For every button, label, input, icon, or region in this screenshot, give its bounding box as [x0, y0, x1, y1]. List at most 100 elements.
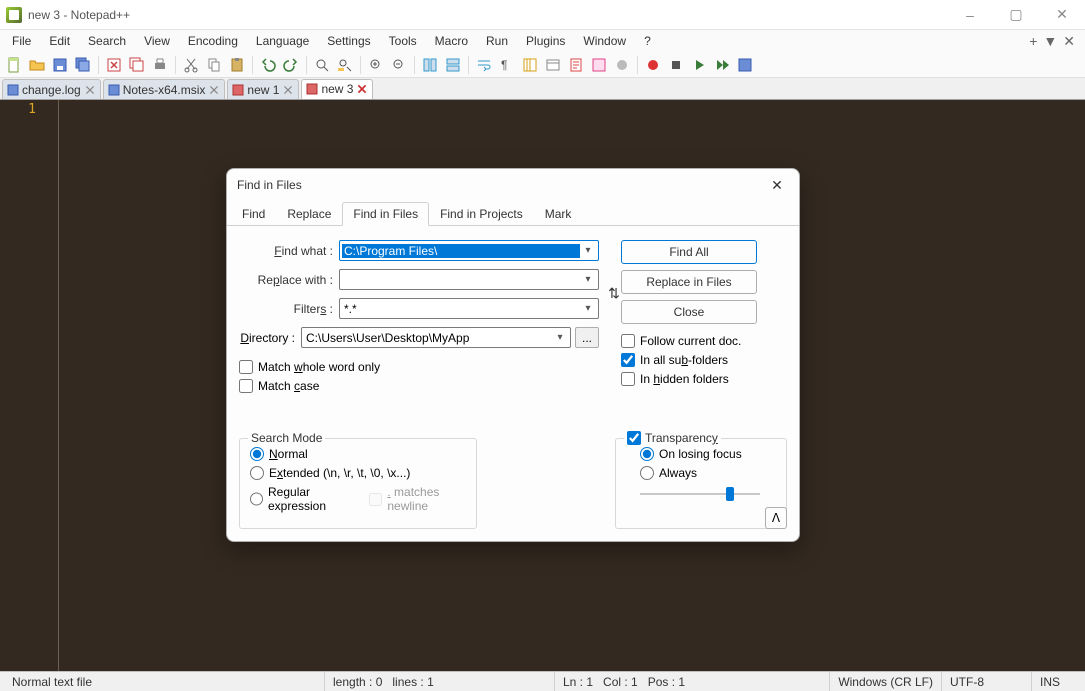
menu-search[interactable]: Search — [80, 32, 134, 50]
file-tab-label: new 1 — [247, 83, 279, 97]
in-hidden-folders-check[interactable]: In hidden folders — [621, 372, 787, 386]
dialog-tab-replace[interactable]: Replace — [276, 202, 342, 226]
chevron-down-icon[interactable]: ▾ — [552, 332, 568, 343]
tab-close-icon[interactable] — [282, 84, 294, 96]
lang-icon[interactable] — [543, 55, 563, 75]
indent-guide-icon[interactable] — [520, 55, 540, 75]
file-tab[interactable]: new 1 — [227, 79, 299, 99]
menu-tools[interactable]: Tools — [381, 32, 425, 50]
paste-icon[interactable] — [227, 55, 247, 75]
find-all-button[interactable]: Find All — [621, 240, 757, 264]
search-mode-regex[interactable]: Regular expression . matches newline — [250, 485, 466, 513]
window-close-button[interactable]: ✕ — [1039, 0, 1085, 30]
undo-icon[interactable] — [258, 55, 278, 75]
stop-icon[interactable] — [666, 55, 686, 75]
copy-icon[interactable] — [204, 55, 224, 75]
file-tab-label: new 3 — [321, 82, 353, 96]
transparency-on-losing-focus[interactable]: On losing focus — [640, 447, 776, 461]
search-mode-extended[interactable]: Extended (\n, \r, \t, \0, \x...) — [250, 466, 466, 480]
menu-help[interactable]: ? — [636, 32, 659, 50]
status-encoding[interactable]: UTF-8 — [941, 672, 1031, 691]
cut-icon[interactable] — [181, 55, 201, 75]
in-all-subfolders-check[interactable]: In all sub-folders — [621, 353, 787, 367]
replace-with-input[interactable]: ▾ — [339, 269, 599, 290]
close-all-icon[interactable] — [127, 55, 147, 75]
find-icon[interactable] — [312, 55, 332, 75]
menu-settings[interactable]: Settings — [319, 32, 378, 50]
status-insert-mode[interactable]: INS — [1031, 672, 1081, 691]
window-minimize-button[interactable]: – — [947, 0, 993, 30]
tab-close-icon[interactable] — [84, 84, 96, 96]
tab-close-icon[interactable] — [208, 84, 220, 96]
dialog-tab-find[interactable]: Find — [231, 202, 276, 226]
menu-encoding[interactable]: Encoding — [180, 32, 246, 50]
record-icon[interactable] — [643, 55, 663, 75]
zoom-out-icon[interactable] — [389, 55, 409, 75]
dialog-collapse-button[interactable]: ᐱ — [765, 507, 787, 529]
wrap-icon[interactable] — [474, 55, 494, 75]
new-tab-plus-icon[interactable]: + — [1029, 33, 1037, 49]
menu-file[interactable]: File — [4, 32, 39, 50]
chevron-down-icon[interactable]: ▾ — [580, 303, 596, 314]
new-file-icon[interactable] — [4, 55, 24, 75]
redo-icon[interactable] — [281, 55, 301, 75]
close-dialog-button[interactable]: Close — [621, 300, 757, 324]
match-case-check[interactable]: Match case — [239, 379, 599, 393]
sync-h-icon[interactable] — [443, 55, 463, 75]
chevron-down-icon[interactable]: ▾ — [580, 245, 596, 256]
save-all-icon[interactable] — [73, 55, 93, 75]
doc-list-icon[interactable] — [589, 55, 609, 75]
file-tab[interactable]: Notes-x64.msix — [103, 79, 226, 99]
replace-icon[interactable] — [335, 55, 355, 75]
save-macro-icon[interactable] — [735, 55, 755, 75]
print-icon[interactable] — [150, 55, 170, 75]
file-tab[interactable]: change.log — [2, 79, 101, 99]
zoom-in-icon[interactable] — [366, 55, 386, 75]
dialog-tab-find-in-projects[interactable]: Find in Projects — [429, 202, 534, 226]
toolbar: ¶ — [0, 52, 1085, 78]
chevron-down-icon[interactable]: ▾ — [580, 274, 596, 285]
menu-edit[interactable]: Edit — [41, 32, 78, 50]
menu-macro[interactable]: Macro — [427, 32, 476, 50]
save-icon[interactable] — [50, 55, 70, 75]
open-file-icon[interactable] — [27, 55, 47, 75]
func-list-icon[interactable] — [612, 55, 632, 75]
window-maximize-button[interactable]: ▢ — [993, 0, 1039, 30]
swap-fields-button[interactable]: ⇅ — [603, 282, 625, 304]
menu-close-icon[interactable]: ✕ — [1063, 33, 1075, 50]
dialog-tab-mark[interactable]: Mark — [534, 202, 583, 226]
show-chars-icon[interactable]: ¶ — [497, 55, 517, 75]
transparency-check[interactable]: Transparency — [624, 431, 721, 445]
doc-map-icon[interactable] — [566, 55, 586, 75]
svg-text:¶: ¶ — [501, 58, 507, 72]
menu-view[interactable]: View — [136, 32, 178, 50]
menu-plugins[interactable]: Plugins — [518, 32, 573, 50]
find-what-label: Find what : — [239, 244, 339, 258]
browse-directory-button[interactable]: ... — [575, 327, 599, 348]
sync-v-icon[interactable] — [420, 55, 440, 75]
search-mode-normal[interactable]: Normal — [250, 447, 466, 461]
menu-more-icon[interactable]: ▼ — [1043, 33, 1057, 49]
find-what-input[interactable]: ▾ — [339, 240, 599, 261]
play-multi-icon[interactable] — [712, 55, 732, 75]
play-icon[interactable] — [689, 55, 709, 75]
dialog-tab-find-in-files[interactable]: Find in Files — [342, 202, 429, 226]
match-whole-word-check[interactable]: Match whole word only — [239, 360, 599, 374]
file-tab-active[interactable]: new 3 — [301, 79, 373, 99]
transparency-slider[interactable] — [640, 485, 760, 503]
vertical-scrollbar[interactable] — [1068, 100, 1085, 671]
tab-close-icon[interactable] — [356, 83, 368, 95]
close-file-icon[interactable] — [104, 55, 124, 75]
dialog-close-button[interactable]: ✕ — [765, 173, 789, 197]
status-eol[interactable]: Windows (CR LF) — [829, 672, 941, 691]
transparency-always[interactable]: Always — [640, 466, 776, 480]
replace-with-label: Replace with : — [239, 273, 339, 287]
follow-current-doc-check[interactable]: Follow current doc. — [621, 334, 787, 348]
filters-input[interactable]: ▾ — [339, 298, 599, 319]
menu-window[interactable]: Window — [575, 32, 634, 50]
menu-run[interactable]: Run — [478, 32, 516, 50]
menu-language[interactable]: Language — [248, 32, 317, 50]
replace-in-files-button[interactable]: Replace in Files — [621, 270, 757, 294]
directory-input[interactable]: ▾ — [301, 327, 571, 348]
dialog-title-bar[interactable]: Find in Files ✕ — [227, 169, 799, 201]
